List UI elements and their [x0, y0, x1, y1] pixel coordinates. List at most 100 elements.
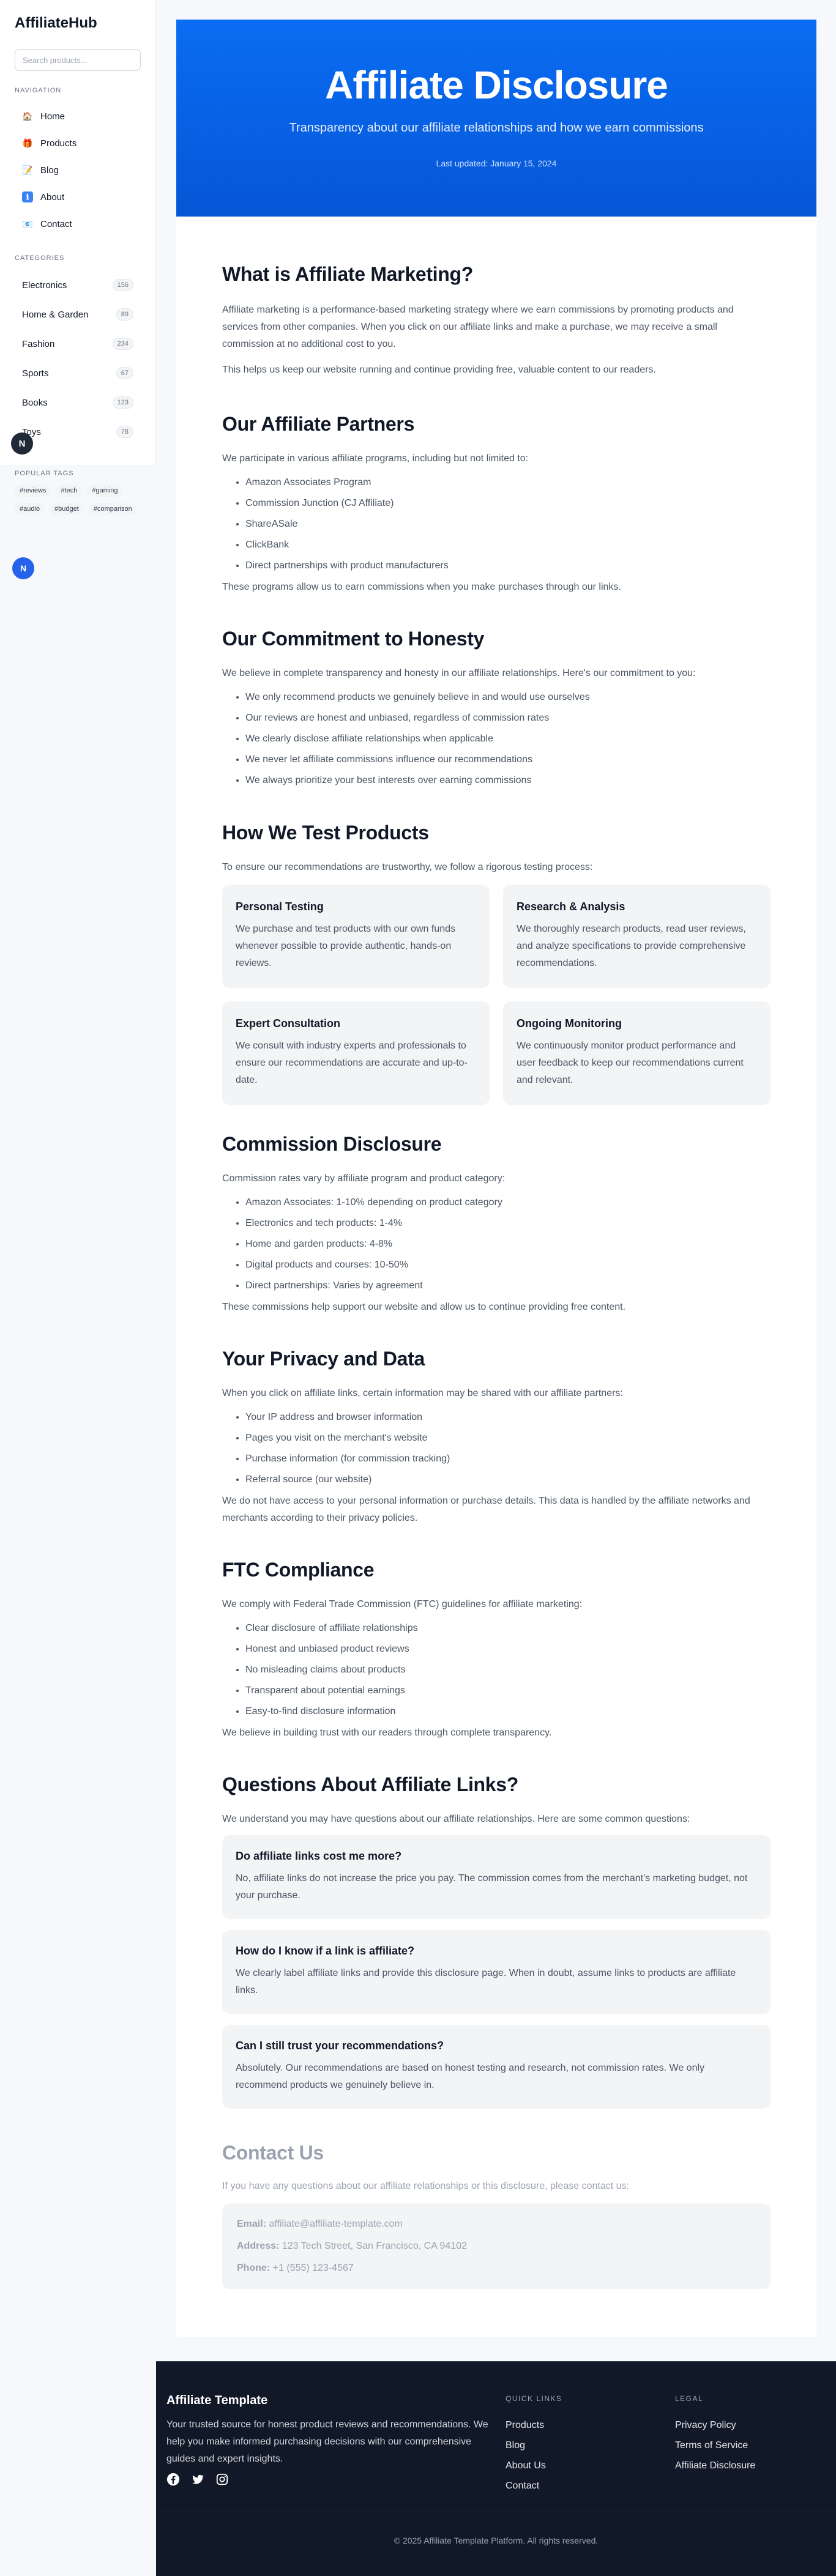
paragraph: Commission rates vary by affiliate progr… — [222, 1173, 506, 1184]
list-item: Amazon Associates Program — [245, 472, 771, 493]
card-title: Expert Consultation — [236, 1017, 341, 1030]
contact-phone-value[interactable]: +1 (555) 123-4567 — [273, 2263, 354, 2273]
faq-question: Do affiliate links cost me more? — [236, 1850, 402, 1862]
avatar[interactable]: N — [11, 432, 33, 455]
category-electronics[interactable]: Electronics 156 — [15, 270, 141, 300]
section-heading: Contact Us — [222, 2142, 324, 2164]
footer-link-products[interactable]: Products — [506, 2415, 562, 2435]
info-icon: ℹ — [22, 191, 33, 202]
testing-card: Expert Consultation We consult with indu… — [222, 1001, 490, 1105]
tag-chip[interactable]: #budget — [50, 503, 84, 515]
faq-answer: We clearly label affiliate links and pro… — [236, 1968, 736, 1995]
category-count-badge: 67 — [116, 367, 133, 379]
card-text: We continuously monitor product performa… — [517, 1041, 744, 1085]
card-text: We purchase and test products with our o… — [236, 924, 456, 968]
popular-tags: POPULAR TAGS #reviews #tech #gaming #aud… — [15, 470, 143, 515]
category-sports[interactable]: Sports 67 — [15, 358, 141, 388]
category-home-garden[interactable]: Home & Garden 89 — [15, 300, 141, 329]
category-toys[interactable]: Toys 78 — [15, 417, 141, 447]
facebook-icon[interactable] — [166, 2473, 180, 2486]
contact-phone: Phone: +1 (555) 123-4567 — [237, 2257, 756, 2279]
tag-chip[interactable]: #tech — [56, 484, 83, 497]
faq-card: Do affiliate links cost me more? No, aff… — [222, 1835, 771, 1919]
home-icon: 🏠 — [22, 111, 33, 121]
contact-email-value[interactable]: affiliate@affiliate-template.com — [269, 2219, 402, 2229]
paragraph: We participate in various affiliate prog… — [222, 453, 529, 464]
page-title: Affiliate Disclosure — [325, 63, 668, 107]
hero-banner: Affiliate Disclosure Transparency about … — [176, 20, 816, 217]
twitter-icon[interactable] — [191, 2473, 204, 2486]
list-item: We clearly disclose affiliate relationsh… — [245, 729, 771, 749]
list-item: Referral source (our website) — [245, 1469, 771, 1490]
category-count-badge: 234 — [112, 338, 133, 350]
list-item: Home and garden products: 4-8% — [245, 1234, 771, 1255]
tag-chip[interactable]: #gaming — [87, 484, 123, 497]
instagram-icon[interactable] — [215, 2473, 229, 2486]
section-heading: Questions About Affiliate Links? — [222, 1773, 519, 1795]
list-item: We never let affiliate commissions influ… — [245, 749, 771, 770]
search-input[interactable] — [15, 49, 141, 71]
category-label: Electronics — [22, 280, 67, 291]
nav-item-home[interactable]: 🏠 Home — [15, 103, 141, 130]
navigation-title: NAVIGATION — [15, 87, 62, 94]
testing-cards: Personal Testing We purchase and test pr… — [222, 885, 771, 1105]
paragraph: To ensure our recommendations are trustw… — [222, 862, 593, 872]
contact-email: Email: affiliate@affiliate-template.com — [237, 2213, 756, 2235]
list-item: Purchase information (for commission tra… — [245, 1449, 771, 1469]
footer-link-terms[interactable]: Terms of Service — [675, 2435, 755, 2455]
nav-item-blog[interactable]: 📝 Blog — [15, 157, 141, 184]
paragraph: We do not have access to your personal i… — [222, 1496, 750, 1523]
category-count-badge: 89 — [116, 308, 133, 321]
footer-link-blog[interactable]: Blog — [506, 2435, 562, 2455]
nav-item-about[interactable]: ℹ About — [15, 184, 141, 210]
footer-link-privacy[interactable]: Privacy Policy — [675, 2415, 755, 2435]
footer-column-title: QUICK LINKS — [506, 2394, 562, 2403]
section-heading: Commission Disclosure — [222, 1133, 442, 1155]
tag-chip[interactable]: #audio — [15, 503, 45, 515]
paragraph: If you have any questions about our affi… — [222, 2181, 629, 2191]
footer-legal: LEGAL Privacy Policy Terms of Service Af… — [675, 2394, 755, 2476]
nav-item-label: Home — [40, 111, 65, 122]
chat-avatar-button[interactable]: N — [12, 557, 34, 579]
category-label: Sports — [22, 368, 49, 379]
footer-link-contact[interactable]: Contact — [506, 2476, 562, 2496]
categories-list: Electronics 156 Home & Garden 89 Fashion… — [15, 270, 141, 447]
category-books[interactable]: Books 123 — [15, 388, 141, 417]
bullet-list: Clear disclosure of affiliate relationsh… — [222, 1618, 771, 1722]
testing-card: Ongoing Monitoring We continuously monit… — [503, 1001, 771, 1105]
tag-chip[interactable]: #comparison — [88, 503, 137, 515]
contact-label: Address: — [237, 2241, 280, 2251]
list-item: Pages you visit on the merchant's websit… — [245, 1428, 771, 1449]
paragraph: We understand you may have questions abo… — [222, 1814, 690, 1824]
list-item: Our reviews are honest and unbiased, reg… — [245, 708, 771, 729]
footer-column-title: LEGAL — [675, 2394, 704, 2403]
list-item: Honest and unbiased product reviews — [245, 1639, 771, 1660]
category-count-badge: 123 — [112, 396, 133, 409]
faq-answer: Absolutely. Our recommendations are base… — [236, 2063, 705, 2090]
section-partners: Our Affiliate Partners We participate in… — [222, 413, 771, 596]
last-updated: Last updated: January 15, 2024 — [436, 158, 557, 168]
faq-card: Can I still trust your recommendations? … — [222, 2025, 771, 2109]
category-label: Books — [22, 397, 48, 408]
navigation-list: 🏠 Home 🎁 Products 📝 Blog ℹ About 📧 Conta… — [15, 103, 141, 237]
nav-item-products[interactable]: 🎁 Products — [15, 130, 141, 157]
list-item: Easy-to-find disclosure information — [245, 1701, 771, 1722]
category-fashion[interactable]: Fashion 234 — [15, 329, 141, 358]
bullet-list: We only recommend products we genuinely … — [222, 687, 771, 791]
list-item: Electronics and tech products: 1-4% — [245, 1213, 771, 1234]
nav-item-contact[interactable]: 📧 Contact — [15, 210, 141, 237]
gift-icon: 🎁 — [22, 138, 33, 148]
list-item: Direct partnerships with product manufac… — [245, 555, 771, 576]
footer-link-about[interactable]: About Us — [506, 2455, 562, 2476]
brand-logo[interactable]: AffiliateHub — [15, 15, 141, 32]
section-honesty: Our Commitment to Honesty We believe in … — [222, 628, 771, 791]
list-item: We always prioritize your best interests… — [245, 770, 771, 791]
footer-title: Affiliate Template — [166, 2394, 268, 2407]
nav-item-label: Products — [40, 138, 77, 149]
tag-chip[interactable]: #reviews — [15, 484, 51, 497]
categories-title: CATEGORIES — [15, 254, 65, 262]
card-title: Personal Testing — [236, 900, 324, 913]
paragraph: This helps us keep our website running a… — [222, 365, 656, 375]
footer-link-affiliate-disclosure[interactable]: Affiliate Disclosure — [675, 2455, 755, 2476]
social-links — [166, 2473, 229, 2486]
